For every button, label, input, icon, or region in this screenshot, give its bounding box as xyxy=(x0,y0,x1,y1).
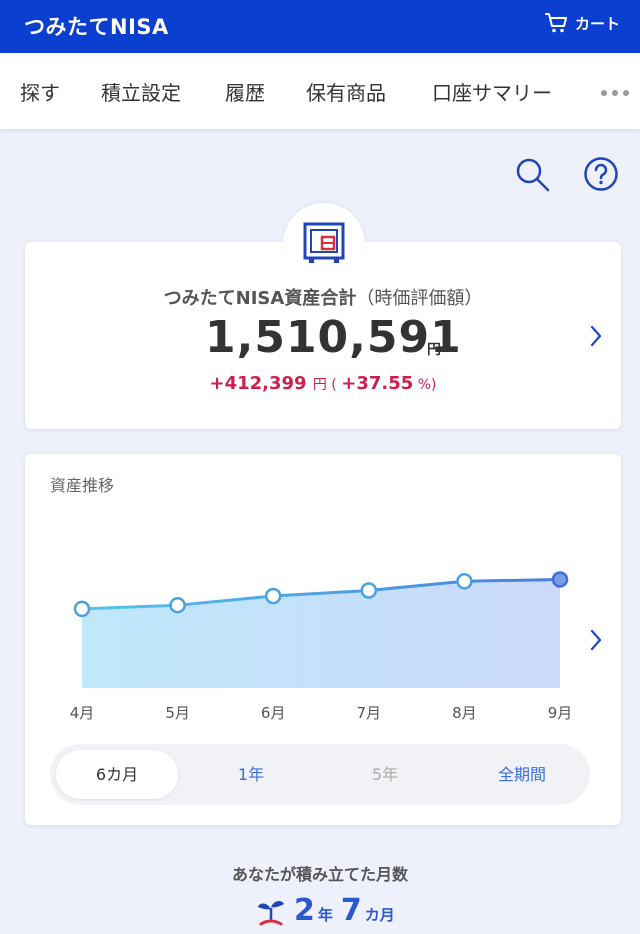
x-tick-label: 8月 xyxy=(452,704,477,722)
chart-area xyxy=(82,579,560,688)
more-tabs-icon[interactable] xyxy=(601,90,629,96)
chart-point-6 xyxy=(551,571,569,588)
app-title: つみたてNISA xyxy=(24,15,169,39)
period-selector: 6カ月 1年 5年 全期間 xyxy=(50,744,590,805)
tab-accumulation-settings[interactable]: 積立設定 xyxy=(101,77,181,106)
tab-bar: 探す 積立設定 履歴 保有商品 口座サマリー xyxy=(0,53,640,129)
asset-history-card: 資産推移 4月 5月 6月 7月 8月 9月 6カ月 1年 5年 全期間 xyxy=(25,454,621,825)
cart-label: カート xyxy=(574,14,620,33)
asset-total-subtitle: （時価評価額） xyxy=(356,288,483,309)
period-all[interactable]: 全期間 xyxy=(458,750,586,799)
gain-amount: +412,399 xyxy=(209,373,307,394)
period-6-months[interactable]: 6カ月 xyxy=(56,750,178,799)
gain-pct-close: %) xyxy=(413,377,437,393)
chart-point-2 xyxy=(169,596,186,614)
gain-pct-open: ( xyxy=(326,377,342,393)
chart-chevron-right-icon[interactable] xyxy=(588,628,604,652)
x-tick-label: 6月 xyxy=(261,704,286,722)
period-1-year[interactable]: 1年 xyxy=(190,750,312,799)
months-unit: カ月 xyxy=(364,906,395,924)
gain-unit: 円 xyxy=(312,377,327,393)
tab-holdings[interactable]: 保有商品 xyxy=(306,77,386,106)
asset-total-label: つみたてNISA資産合計（時価評価額） xyxy=(25,284,621,310)
help-button[interactable] xyxy=(583,156,619,196)
tab-history[interactable]: 履歴 xyxy=(225,77,265,106)
x-tick-label: 4月 xyxy=(70,704,95,722)
app-header: つみたてNISA カート xyxy=(0,0,640,53)
gain-percent: +37.55 xyxy=(341,373,414,394)
period-5-years: 5年 xyxy=(371,765,399,784)
asset-total-title: つみたてNISA資産合計 xyxy=(163,288,357,309)
safe-icon xyxy=(303,222,345,263)
chart-point-4 xyxy=(360,582,378,599)
years-unit: 年 xyxy=(317,906,333,924)
years-number: 2 xyxy=(294,893,315,928)
months-accumulated-label: あなたが積み立てた月数 xyxy=(231,865,408,884)
sprout-icon xyxy=(258,900,284,925)
cart-icon xyxy=(544,13,567,33)
x-tick-label: 7月 xyxy=(357,704,382,722)
help-icon xyxy=(584,157,618,191)
months-number: 7 xyxy=(340,893,362,928)
chart-point-3 xyxy=(264,587,282,605)
tab-account-summary[interactable]: 口座サマリー xyxy=(432,77,552,106)
asset-total-value: 1,510,591 xyxy=(205,312,462,363)
tab-search[interactable]: 探す xyxy=(20,77,60,106)
asset-gain: +412,399 円 ( +37.55 %) xyxy=(25,373,621,394)
search-icon xyxy=(516,158,550,192)
asset-history-chart[interactable]: 4月 5月 6月 7月 8月 9月 xyxy=(25,454,621,734)
months-accumulated-value: 2 年 7 カ月 xyxy=(254,893,403,928)
search-button[interactable] xyxy=(514,156,552,198)
x-tick-label: 9月 xyxy=(548,704,573,722)
chart-point-1 xyxy=(73,600,91,618)
asset-total-unit: 円 xyxy=(427,342,441,358)
asset-badge xyxy=(283,203,365,285)
chart-point-5 xyxy=(456,573,473,590)
x-tick-label: 5月 xyxy=(165,704,190,722)
chevron-right-icon[interactable] xyxy=(588,324,604,348)
cart-button[interactable]: カート xyxy=(544,12,620,34)
